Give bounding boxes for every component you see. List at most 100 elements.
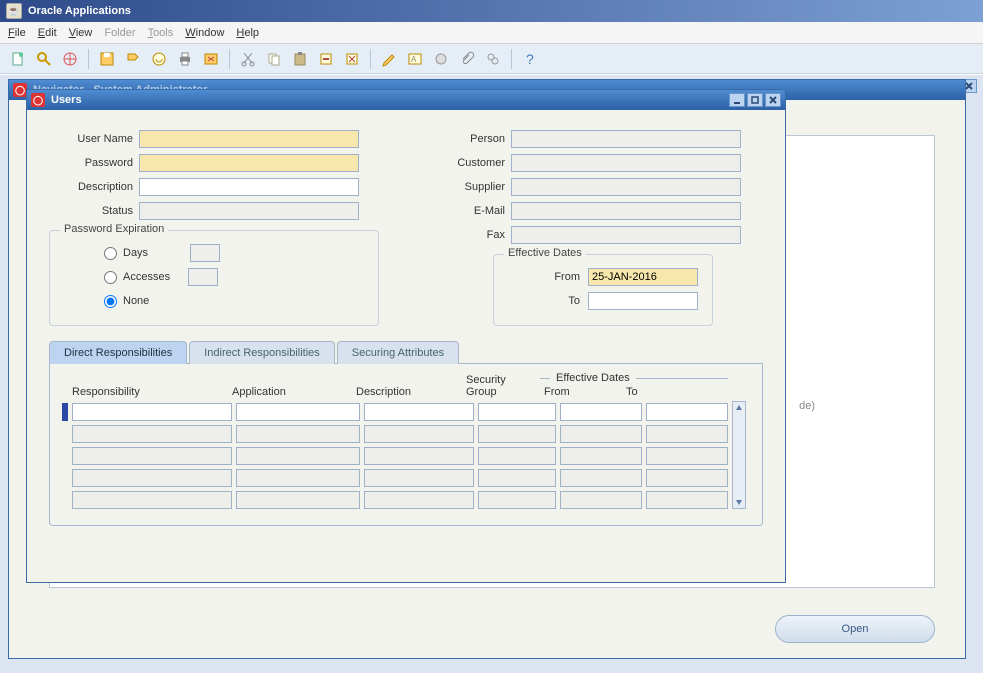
email-input[interactable] [511,202,741,220]
cell-description[interactable] [364,491,474,509]
cell-description[interactable] [364,425,474,443]
translate-icon[interactable]: A [405,49,425,69]
close-form-icon[interactable] [201,49,221,69]
pw-exp-days-radio[interactable] [104,247,117,260]
menu-edit[interactable]: Edit [38,27,57,39]
mdi-workspace: ◯ Navigator - System Administrator de) O… [0,74,983,673]
cut-icon[interactable] [238,49,258,69]
cell-responsibility[interactable] [72,425,232,443]
user-name-label: User Name [49,133,139,145]
java-icon: ☕ [6,3,22,19]
table-row[interactable] [62,403,728,421]
pw-exp-none-label: None [123,295,149,307]
cell-to[interactable] [646,469,728,487]
cell-responsibility[interactable] [72,403,232,421]
cell-responsibility[interactable] [72,469,232,487]
tab-securing[interactable]: Securing Attributes [337,341,459,364]
menu-window[interactable]: Window [185,27,224,39]
table-row[interactable] [62,425,728,443]
pw-exp-accesses-input[interactable] [188,268,218,286]
eff-to-input[interactable] [588,292,698,310]
open-button[interactable]: Open [775,615,935,643]
delete-record-icon[interactable] [342,49,362,69]
cell-description[interactable] [364,403,474,421]
cell-application[interactable] [236,447,360,465]
tab-indirect[interactable]: Indirect Responsibilities [189,341,335,364]
paste-icon[interactable] [290,49,310,69]
menu-file[interactable]: File [8,27,26,39]
cell-from[interactable] [560,491,642,509]
users-minimize-button[interactable] [729,93,745,107]
current-row-marker [62,403,68,421]
folder-tools-icon[interactable] [483,49,503,69]
pw-exp-days-input[interactable] [190,244,220,262]
cell-description[interactable] [364,469,474,487]
switch-resp-icon[interactable] [149,49,169,69]
cell-to[interactable] [646,491,728,509]
scroll-down-icon[interactable] [734,497,744,507]
cell-from[interactable] [560,469,642,487]
user-name-input[interactable] [139,130,359,148]
save-icon[interactable] [97,49,117,69]
table-row[interactable] [62,469,728,487]
cell-from[interactable] [560,425,642,443]
app-title: Oracle Applications [28,5,131,17]
clear-record-icon[interactable] [316,49,336,69]
cell-application[interactable] [236,425,360,443]
help-icon[interactable]: ? [520,49,540,69]
cell-to[interactable] [646,447,728,465]
pw-exp-none-radio[interactable] [104,295,117,308]
menu-view[interactable]: View [69,27,93,39]
status-input [139,202,359,220]
cell-application[interactable] [236,469,360,487]
cell-to[interactable] [646,403,728,421]
attach-icon[interactable] [457,49,477,69]
cell-description[interactable] [364,447,474,465]
person-input[interactable] [511,130,741,148]
grid-scrollbar[interactable] [732,401,746,509]
next-step-icon[interactable] [123,49,143,69]
cell-security-group[interactable] [478,447,556,465]
cell-to[interactable] [646,425,728,443]
col-security-group: Security Group [462,374,540,401]
tab-direct-label: Direct Responsibilities [64,347,172,359]
app-titlebar: ☕ Oracle Applications [0,0,983,22]
cell-responsibility[interactable] [72,491,232,509]
navigator-icon[interactable] [60,49,80,69]
email-label: E-Mail [433,205,511,217]
cell-responsibility[interactable] [72,447,232,465]
menu-help[interactable]: Help [236,27,259,39]
cell-security-group[interactable] [478,425,556,443]
users-window: ◯ Users User Name Password [26,89,786,583]
users-maximize-button[interactable] [747,93,763,107]
responsibilities-grid: Effective Dates Responsibility Applicati… [62,374,750,513]
new-icon[interactable] [8,49,28,69]
password-input[interactable] [139,154,359,172]
cell-security-group[interactable] [478,403,556,421]
password-label: Password [49,157,139,169]
supplier-input[interactable] [511,178,741,196]
find-icon[interactable] [34,49,54,69]
attachments-icon[interactable] [431,49,451,69]
print-icon[interactable] [175,49,195,69]
cell-security-group[interactable] [478,491,556,509]
table-row[interactable] [62,491,728,509]
edit-field-icon[interactable] [379,49,399,69]
eff-from-input[interactable] [588,268,698,286]
cell-application[interactable] [236,403,360,421]
fax-input[interactable] [511,226,741,244]
table-row[interactable] [62,447,728,465]
pw-exp-days-label: Days [123,247,148,259]
scroll-up-icon[interactable] [734,403,744,413]
users-close-button[interactable] [765,93,781,107]
copy-icon[interactable] [264,49,284,69]
description-input[interactable] [139,178,359,196]
cell-application[interactable] [236,491,360,509]
cell-security-group[interactable] [478,469,556,487]
cell-from[interactable] [560,403,642,421]
tab-direct[interactable]: Direct Responsibilities [49,341,187,364]
users-titlebar[interactable]: ◯ Users [27,90,785,110]
customer-input[interactable] [511,154,741,172]
cell-from[interactable] [560,447,642,465]
pw-exp-accesses-radio[interactable] [104,271,117,284]
